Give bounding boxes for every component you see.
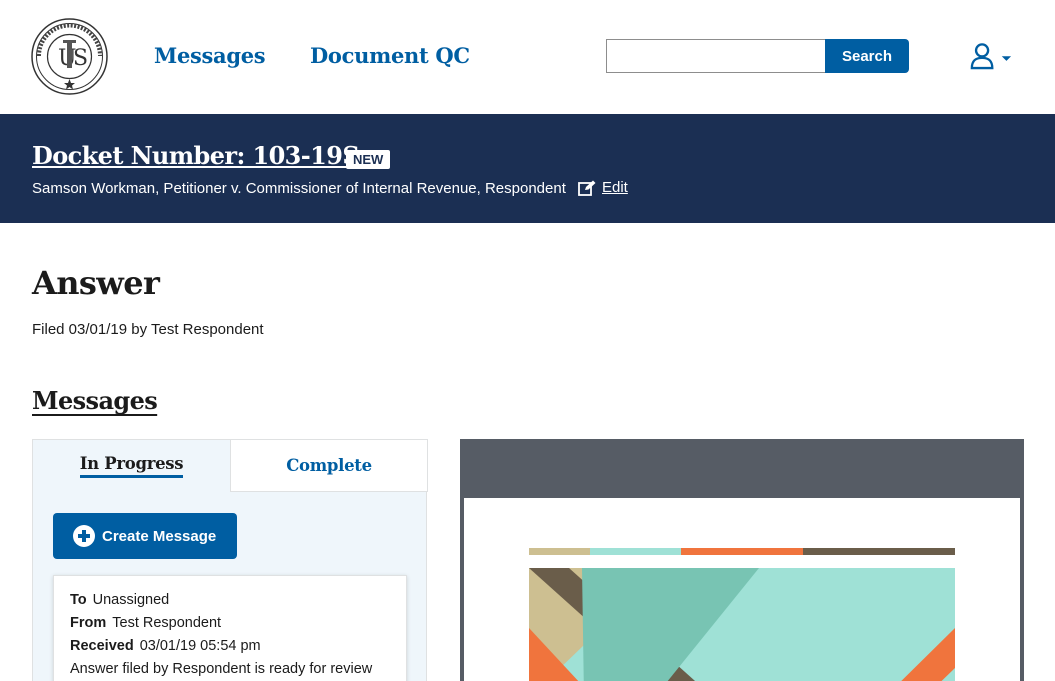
edit-label[interactable]: Edit <box>602 179 628 196</box>
message-body: Answer filed by Respondent is ready for … <box>70 661 373 677</box>
edit-caption-link[interactable]: Edit <box>578 179 628 196</box>
filed-info: Filed 03/01/19 by Test Respondent <box>32 321 264 338</box>
create-message-button[interactable]: Create Message <box>53 513 237 559</box>
docket-number-title[interactable]: Docket Number: 103-19S <box>32 141 360 170</box>
case-banner: Docket Number: 103-19S NEW Samson Workma… <box>0 114 1055 223</box>
create-message-label[interactable]: Create Message <box>102 528 216 545</box>
received-value: 03/01/19 05:54 pm <box>139 638 261 654</box>
tax-court-seal-logo[interactable]: U S <box>31 18 108 95</box>
message-received-row: Received 03/01/19 05:54 pm <box>70 638 390 654</box>
from-value: Test Respondent <box>112 615 222 631</box>
message-to-row: To Unassigned <box>70 592 390 608</box>
plus-circle-icon <box>73 525 95 547</box>
tab-in-progress-label[interactable]: In Progress <box>79 454 184 478</box>
caret-down-icon <box>1001 56 1012 61</box>
preview-page <box>464 498 1020 681</box>
case-caption: Samson Workman, Petitioner v. Commission… <box>32 180 566 197</box>
to-value: Unassigned <box>92 592 170 608</box>
user-icon <box>970 43 994 70</box>
user-menu-button[interactable] <box>970 41 1014 71</box>
tab-in-progress[interactable]: In Progress <box>33 440 230 492</box>
messages-panel: In Progress Complete Create Message To Un… <box>32 439 428 681</box>
svg-text:S: S <box>73 46 88 71</box>
message-from-row: From Test Respondent <box>70 615 390 631</box>
document-title: Answer <box>32 264 160 302</box>
from-label: From <box>70 615 107 631</box>
site-header: U S Messages Document QC Search <box>0 0 1055 114</box>
message-card[interactable]: To Unassigned From Test Respondent Receive… <box>53 575 407 681</box>
new-badge: NEW <box>346 150 391 169</box>
preview-image <box>529 548 955 681</box>
messages-heading: Messages <box>32 386 158 415</box>
tab-complete[interactable]: Complete <box>230 439 428 492</box>
document-preview <box>460 439 1024 681</box>
to-label: To <box>70 592 87 608</box>
received-label: Received <box>70 638 134 654</box>
nav-messages-link[interactable]: Messages <box>154 43 266 68</box>
nav-document-qc-link[interactable]: Document QC <box>310 43 470 68</box>
search-button[interactable]: Search <box>825 39 909 73</box>
edit-icon <box>578 180 596 196</box>
search-input[interactable] <box>606 39 826 73</box>
